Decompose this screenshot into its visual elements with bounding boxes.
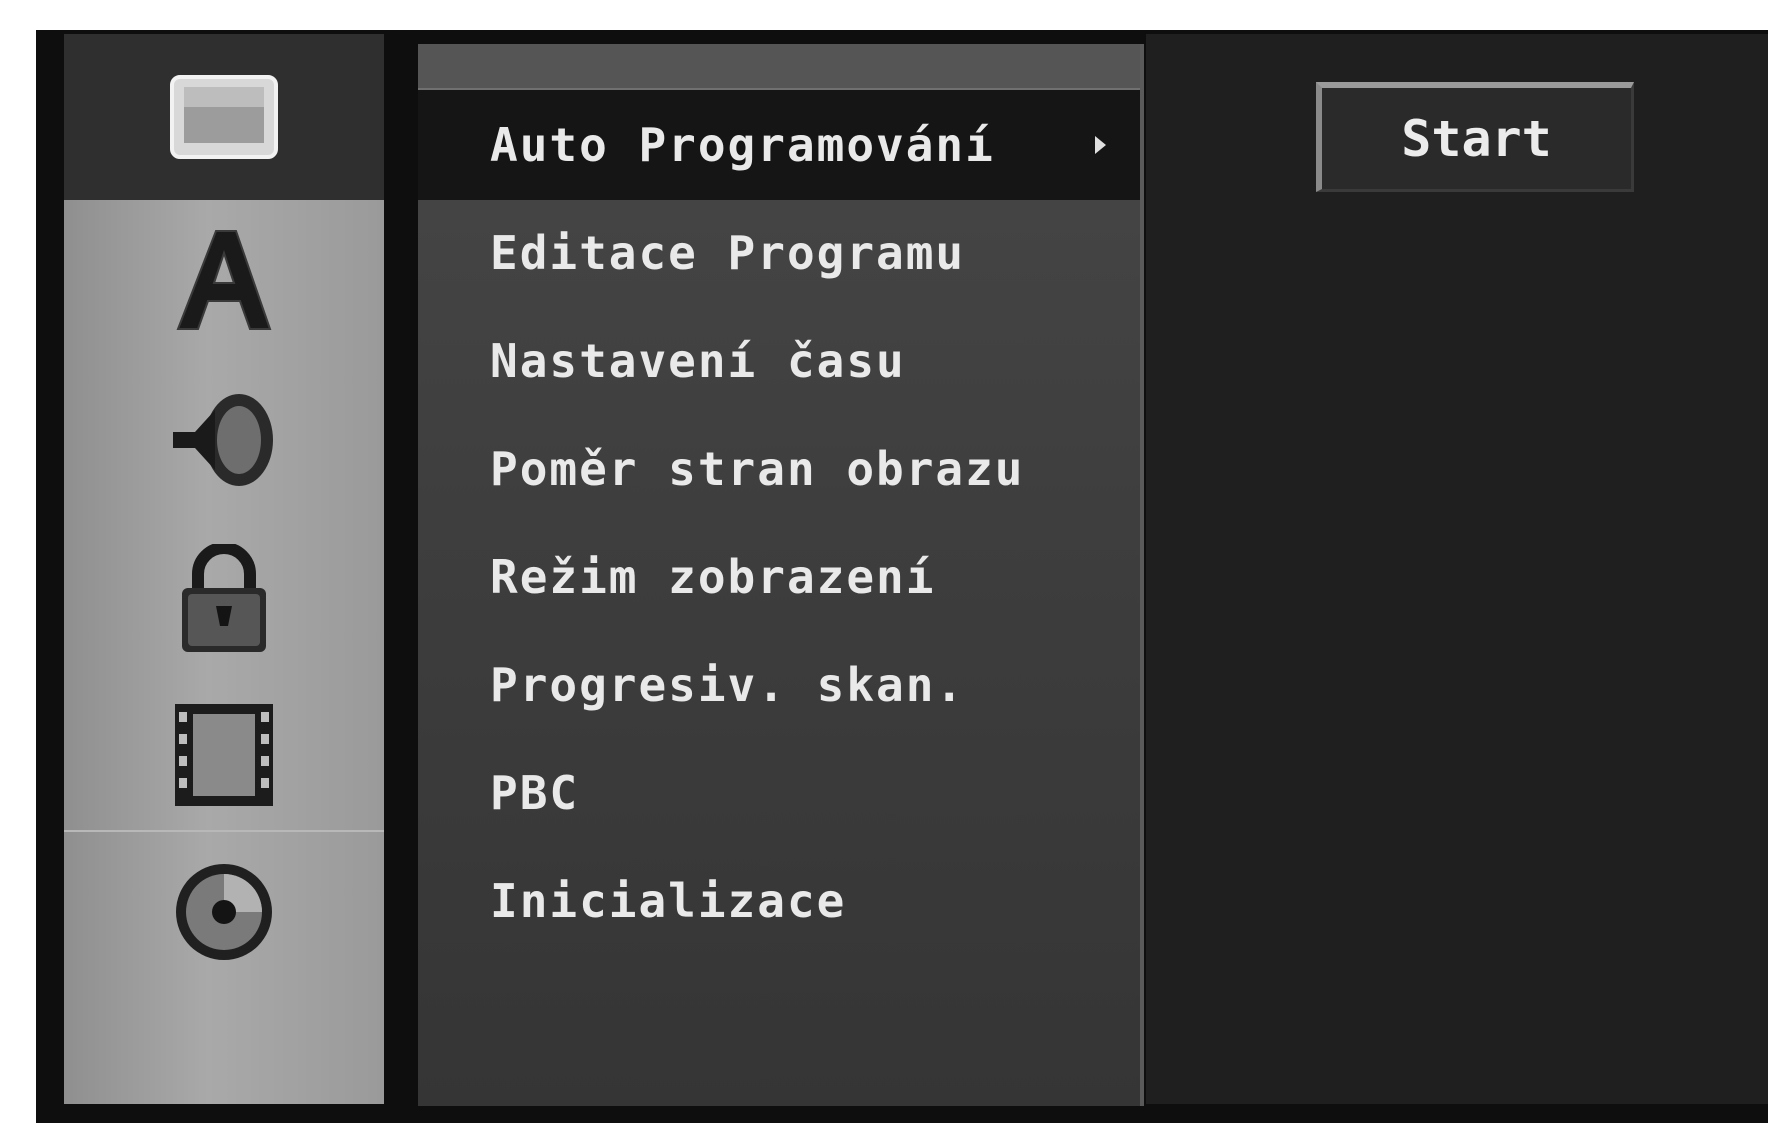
- menu-item-auto-programming[interactable]: Auto Programování: [418, 90, 1140, 200]
- menu-item-label: PBC: [490, 766, 580, 820]
- category-lock[interactable]: [64, 520, 384, 680]
- menu-item-label: Poměr stran obrazu: [490, 442, 1025, 496]
- menu-item-label: Auto Programování: [490, 118, 995, 172]
- film-strip-icon: [175, 704, 273, 806]
- language-a-icon: [176, 230, 272, 330]
- menu-item-pbc[interactable]: PBC: [418, 738, 1140, 848]
- category-sidebar: [64, 34, 384, 1104]
- menu-item-label: Režim zobrazení: [490, 550, 936, 604]
- category-language[interactable]: [64, 200, 384, 360]
- menu-item-progressive-scan[interactable]: Progresiv. skan.: [418, 630, 1140, 740]
- category-recording[interactable]: [64, 680, 384, 830]
- menu-item-label: Nastavení času: [490, 334, 906, 388]
- menu-item-label: Editace Programu: [490, 226, 966, 280]
- menu-item-program-edit[interactable]: Editace Programu: [418, 198, 1140, 308]
- start-button[interactable]: Start: [1316, 82, 1634, 192]
- menu-item-label: Progresiv. skan.: [490, 658, 966, 712]
- category-audio[interactable]: [64, 360, 384, 520]
- setup-menu-osd: Auto Programování Editace Programu Nasta…: [36, 30, 1768, 1123]
- menu-item-initialization[interactable]: Inicializace: [418, 846, 1140, 956]
- disc-icon: [176, 864, 272, 960]
- menu-item-aspect-ratio[interactable]: Poměr stran obrazu: [418, 414, 1140, 524]
- option-panel: Start: [1146, 34, 1768, 1104]
- menu-item-time-setting[interactable]: Nastavení času: [418, 306, 1140, 416]
- submenu-arrow-icon: [1095, 136, 1106, 154]
- category-disc[interactable]: [64, 832, 384, 992]
- category-general[interactable]: [64, 34, 384, 200]
- menu-header-bar: [418, 44, 1140, 91]
- tv-screen-icon: [170, 75, 278, 159]
- settings-menu: Auto Programování Editace Programu Nasta…: [418, 44, 1144, 1106]
- menu-item-label: Inicializace: [490, 874, 847, 928]
- speaker-icon: [173, 394, 273, 486]
- padlock-icon: [182, 544, 266, 652]
- menu-item-display-mode[interactable]: Režim zobrazení: [418, 522, 1140, 632]
